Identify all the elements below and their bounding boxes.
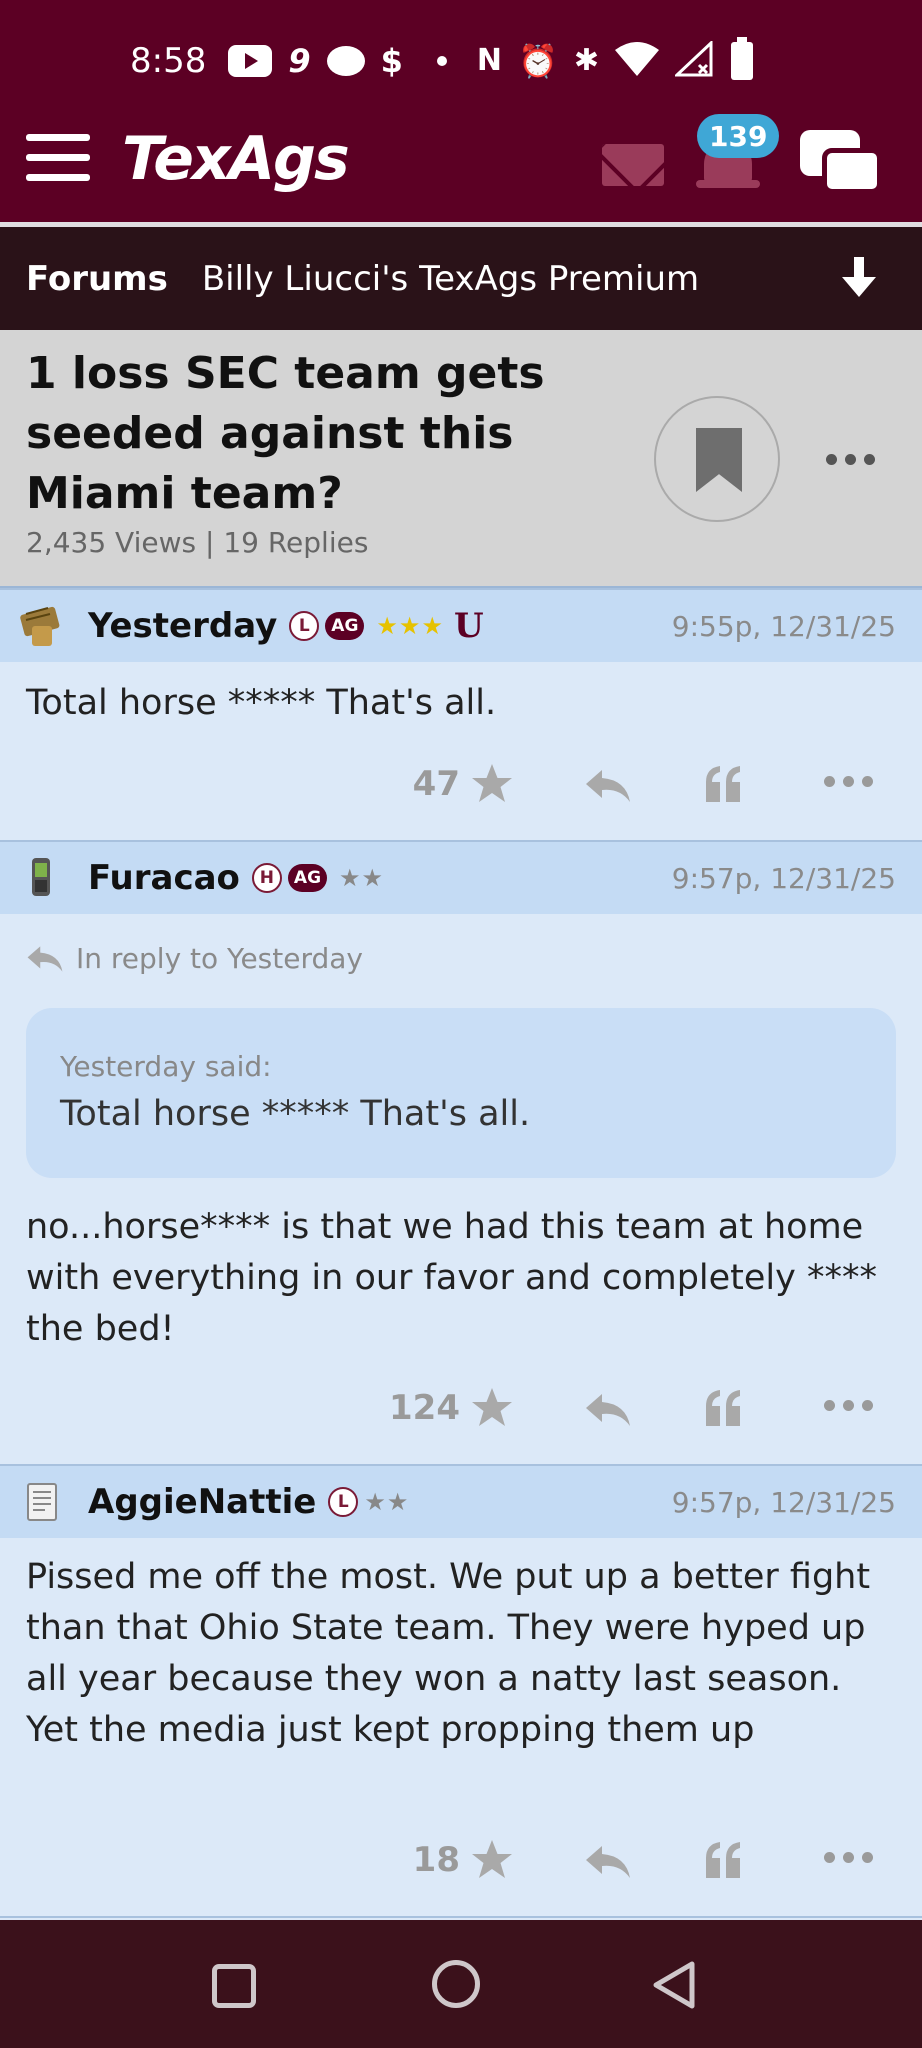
post-header: Yesterday L AG ★★★ U 9:55p, 12/31/25 — [0, 588, 922, 662]
post-timestamp: 9:55p, 12/31/25 — [671, 609, 896, 643]
reply-icon[interactable] — [584, 1390, 632, 1430]
post-header: Furacao H AG ★★ 9:57p, 12/31/25 — [0, 840, 922, 914]
message-icon — [326, 46, 365, 76]
chat-icon[interactable] — [800, 130, 882, 196]
scroll-down-icon[interactable] — [836, 255, 882, 301]
username[interactable]: Furacao — [88, 858, 240, 898]
mail-icon[interactable] — [602, 144, 664, 186]
dot — [864, 454, 875, 465]
dot — [862, 1852, 873, 1863]
app-header: 8:58 9 $ N ⏰ ✱ TexAgs 139 — [0, 0, 922, 222]
reply-arrow-icon — [27, 945, 63, 972]
dot — [843, 1852, 854, 1863]
post-actions: 124 — [0, 1378, 922, 1438]
forum-name-link[interactable]: Billy Liucci's TexAgs Premium — [202, 259, 699, 299]
post-actions: 47 — [0, 754, 922, 814]
nine-icon: 9 — [288, 42, 311, 80]
rating-count: 47 — [412, 764, 460, 804]
home-button[interactable] — [432, 1960, 480, 2008]
bookmark-icon — [696, 428, 742, 492]
menu-line — [26, 134, 90, 141]
quote-icon[interactable] — [702, 1388, 746, 1428]
level-badge: H — [251, 863, 282, 893]
star-rate-icon[interactable] — [470, 1838, 514, 1882]
quote-author: Yesterday said: — [60, 1050, 272, 1083]
quoted-post: Yesterday said: Total horse ***** That's… — [26, 1008, 896, 1178]
thread-more-icon[interactable] — [826, 454, 875, 465]
dot — [843, 776, 854, 787]
thread-header: 1 loss SEC team gets seeded against this… — [0, 330, 922, 588]
menu-line — [26, 154, 90, 161]
dot — [824, 1400, 835, 1411]
rating-count: 124 — [389, 1388, 460, 1428]
dot — [824, 1852, 835, 1863]
reply-to-text: In reply to Yesterday — [76, 942, 363, 975]
star-rate-icon[interactable] — [470, 762, 514, 806]
dollar-icon: $ — [380, 42, 403, 80]
dot — [843, 1400, 854, 1411]
dot-icon — [436, 56, 447, 66]
back-button[interactable] — [650, 1960, 698, 2010]
battery-icon — [730, 37, 753, 80]
username[interactable]: AggieNattie — [88, 1482, 316, 1522]
alarm-icon: ⏰ — [518, 42, 558, 80]
user-stars: ★★★ — [376, 612, 444, 640]
forums-link[interactable]: Forums — [26, 259, 168, 299]
post-actions: 18 — [0, 1832, 922, 1892]
post-body: no...horse**** is that we had this team … — [26, 1207, 877, 1349]
ag-badge: AG — [325, 612, 365, 640]
menu-button[interactable] — [26, 134, 90, 182]
wifi-icon — [614, 41, 659, 81]
dot — [862, 776, 873, 787]
thread-stats: 2,435 Views | 19 Replies — [26, 526, 369, 559]
notification-badge[interactable]: 139 — [697, 114, 780, 158]
bell-base — [696, 180, 760, 188]
post-body: Pissed me off the most. We put up a bett… — [26, 1557, 871, 1750]
texags-logo[interactable]: TexAgs — [122, 124, 350, 194]
u-badge: U — [453, 606, 484, 646]
quote-icon[interactable] — [702, 764, 746, 804]
post-more-icon[interactable] — [824, 1400, 873, 1411]
status-time: 8:58 — [130, 41, 207, 81]
level-badge: L — [289, 611, 320, 641]
reply-icon[interactable] — [584, 1842, 632, 1882]
post-timestamp: 9:57p, 12/31/25 — [671, 861, 896, 895]
username[interactable]: Yesterday — [88, 606, 277, 646]
post-more-icon[interactable] — [824, 776, 873, 787]
post-divider — [0, 1916, 922, 1918]
menu-line — [26, 174, 90, 181]
post-body: Total horse ***** That's all. — [26, 683, 497, 723]
signal-icon — [673, 39, 715, 82]
post-more-icon[interactable] — [824, 1852, 873, 1863]
ag-badge: AG — [287, 864, 328, 892]
post-header: AggieNattie L ★★ 9:57p, 12/31/25 — [0, 1464, 922, 1538]
dot — [824, 776, 835, 787]
user-avatar[interactable] — [18, 854, 66, 902]
quote-icon[interactable] — [702, 1840, 746, 1880]
dot — [862, 1400, 873, 1411]
forum-breadcrumb-bar: Forums Billy Liucci's TexAgs Premium — [0, 222, 922, 330]
user-stars: ★★ — [339, 864, 385, 892]
user-avatar[interactable] — [18, 1478, 66, 1526]
level-badge: L — [328, 1487, 359, 1517]
dot — [826, 454, 837, 465]
quote-text: Total horse ***** That's all. — [60, 1094, 531, 1134]
star-rate-icon[interactable] — [470, 1386, 514, 1430]
rating-count: 18 — [412, 1840, 460, 1880]
youtube-icon — [228, 45, 273, 77]
reply-to-link[interactable]: In reply to Yesterday — [26, 942, 363, 975]
user-avatar[interactable] — [18, 602, 66, 650]
bookmark-button[interactable] — [654, 396, 780, 522]
bluetooth-icon: ✱ — [573, 43, 599, 78]
status-bar: 8:58 9 $ N ⏰ ✱ — [130, 36, 753, 86]
nfc-icon: N — [476, 43, 502, 78]
dot — [845, 454, 856, 465]
recents-button[interactable] — [212, 1964, 256, 2008]
user-stars: ★★ — [364, 1488, 410, 1516]
thread-title: 1 loss SEC team gets seeded against this… — [26, 348, 545, 519]
system-nav-bar — [0, 1920, 922, 2048]
reply-icon[interactable] — [584, 766, 632, 806]
post-timestamp: 9:57p, 12/31/25 — [671, 1485, 896, 1519]
chat-bubble-front — [822, 148, 882, 194]
